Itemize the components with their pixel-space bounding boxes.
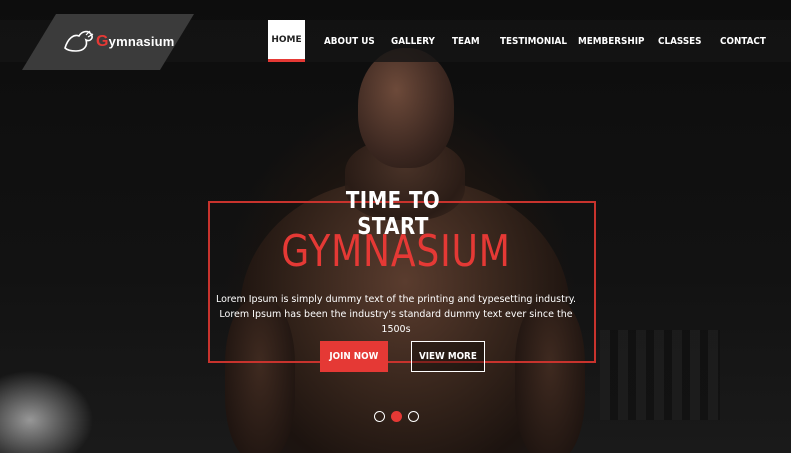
nav-item-gallery[interactable]: GALLERY [391, 20, 435, 62]
hero-pre-title: TIME TO START [345, 188, 441, 240]
slider-dot-2[interactable] [391, 411, 402, 422]
flexed-arm-icon [64, 30, 94, 52]
logo-letter-g: G [96, 33, 109, 50]
nav-item-about-us[interactable]: ABOUT US [324, 20, 375, 62]
nav-item-testimonial[interactable]: TESTIMONIAL [500, 20, 567, 62]
nav-item-membership[interactable]: MEMBERSHIP [578, 20, 644, 62]
nav-item-home[interactable]: HOME [268, 20, 305, 62]
logo-text: Gymnasium [96, 33, 175, 51]
dumbbell-rack [600, 330, 720, 420]
logo[interactable]: Gymnasium [22, 14, 194, 70]
hero-description: Lorem Ipsum is simply dummy text of the … [215, 294, 577, 335]
logo-word: ymnasium [108, 34, 175, 49]
bodybuilder-head [358, 48, 454, 168]
nav-item-contact[interactable]: CONTACT [720, 20, 766, 62]
main-nav: HOME [268, 20, 305, 62]
join-now-label: JOIN NOW [329, 351, 379, 362]
slider-dot-3[interactable] [408, 411, 419, 422]
nav-item-team[interactable]: TEAM [452, 20, 480, 62]
view-more-button[interactable]: VIEW MORE [411, 341, 485, 372]
hero-title: GYMNASIUM [281, 226, 511, 277]
join-now-button[interactable]: JOIN NOW [320, 341, 388, 372]
nav-item-classes[interactable]: CLASSES [658, 20, 702, 62]
slider-dots [374, 411, 419, 422]
view-more-label: VIEW MORE [419, 351, 477, 362]
slider-dot-1[interactable] [374, 411, 385, 422]
